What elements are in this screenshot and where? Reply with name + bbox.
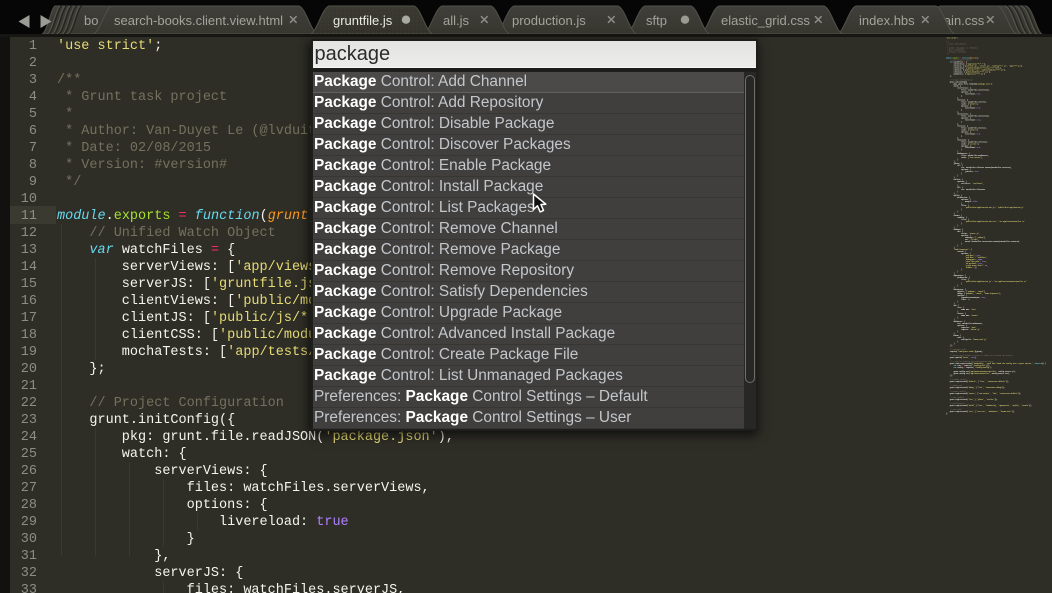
svg-text:gruntfile.js: gruntfile.js — [333, 13, 393, 28]
svg-text:bo: bo — [84, 13, 98, 28]
svg-text:sftp: sftp — [646, 13, 667, 28]
svg-text:index.hbs: index.hbs — [859, 13, 915, 28]
svg-text:all.js: all.js — [443, 13, 470, 28]
svg-text:elastic_grid.css: elastic_grid.css — [721, 13, 810, 28]
svg-text:production.js: production.js — [512, 13, 586, 28]
svg-text:search-books.client.view.html: search-books.client.view.html — [114, 13, 283, 28]
